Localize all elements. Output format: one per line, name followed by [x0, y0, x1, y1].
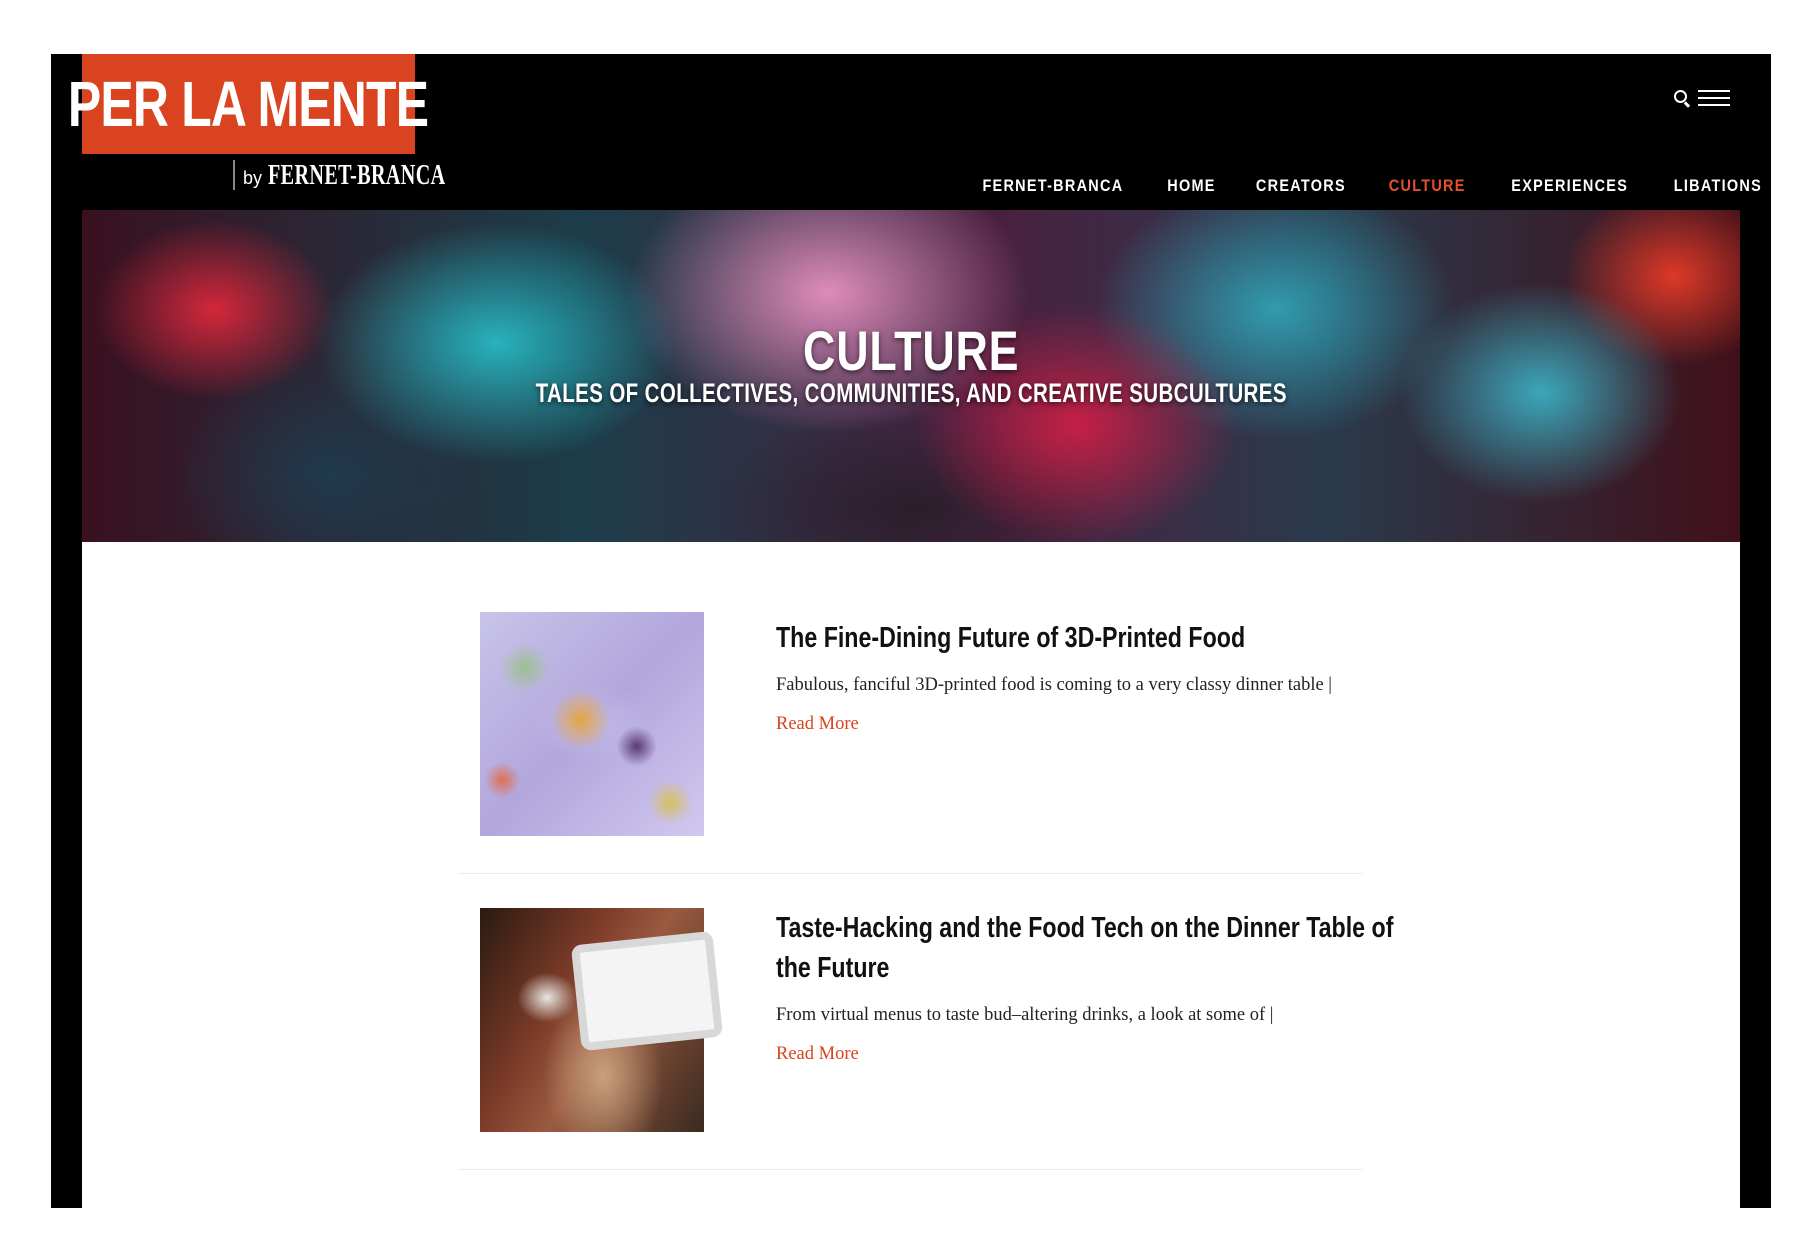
nav-item-fernet-branca[interactable]: FERNET-BRANCA — [982, 176, 1123, 196]
nav-item-home[interactable]: HOME — [1168, 176, 1216, 196]
article-excerpt: Fabulous, fanciful 3D-printed food is co… — [776, 675, 1333, 734]
article-thumbnail[interactable] — [480, 908, 724, 1132]
article-excerpt: From virtual menus to taste bud–altering… — [776, 1005, 1274, 1064]
logo-byline: by FERNET-BRANCA — [233, 160, 515, 191]
article-list: The Fine-Dining Future of 3D-Printed Foo… — [82, 542, 1740, 1208]
divider — [458, 873, 1363, 874]
nav-item-creators[interactable]: CREATORS — [1256, 176, 1346, 196]
article-headline[interactable]: Taste-Hacking and the Food Tech on the D… — [776, 908, 1548, 988]
search-icon[interactable] — [1674, 90, 1690, 106]
tablet-image — [570, 930, 724, 1052]
read-more-link[interactable]: Read More — [776, 1044, 859, 1064]
header-icons — [1674, 90, 1730, 106]
byline-brand: FERNET-BRANCA — [268, 160, 446, 191]
nav-item-libations[interactable]: LIBATIONS — [1674, 176, 1762, 196]
nav-item-experiences[interactable]: EXPERIENCES — [1511, 176, 1628, 196]
article-headline[interactable]: The Fine-Dining Future of 3D-Printed Foo… — [776, 618, 1362, 658]
list-item: Taste-Hacking and the Food Tech on the D… — [458, 908, 1393, 1170]
site-logo[interactable]: PER LA MENTE — [68, 54, 429, 154]
divider — [458, 1169, 1363, 1170]
list-item: The Fine-Dining Future of 3D-Printed Foo… — [458, 612, 1363, 874]
logo-title: PER LA MENTE — [68, 68, 429, 140]
byline-by: by — [243, 168, 263, 188]
hero-subtitle: TALES OF COLLECTIVES, COMMUNITIES, AND C… — [535, 378, 1287, 408]
hero-title: CULTURE — [802, 319, 1020, 382]
read-more-link[interactable]: Read More — [776, 714, 859, 734]
menu-icon[interactable] — [1698, 90, 1730, 106]
main-nav: FERNET-BRANCA HOME CREATORS CULTURE EXPE… — [970, 176, 1770, 196]
hero-banner: CULTURE TALES OF COLLECTIVES, COMMUNITIE… — [82, 210, 1740, 542]
nav-item-culture[interactable]: CULTURE — [1389, 176, 1466, 196]
article-thumbnail[interactable] — [480, 612, 704, 836]
